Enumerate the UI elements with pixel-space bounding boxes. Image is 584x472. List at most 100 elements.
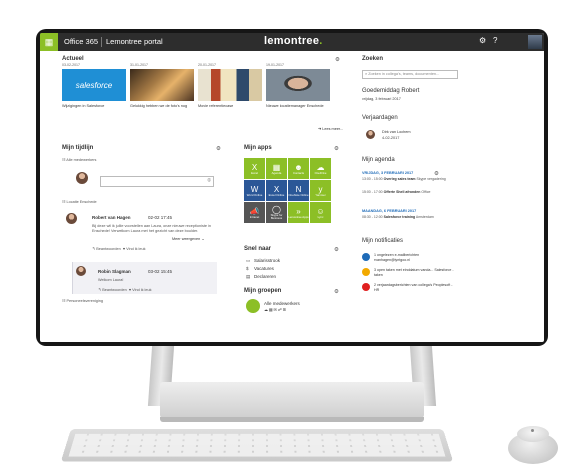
read-more-link[interactable]: ➔ Lees meer... [318, 126, 343, 131]
snel-label: Vacatures [254, 266, 274, 271]
snel-title: Snel naar [244, 246, 272, 252]
snel-item-salarisstrook[interactable]: ▭ Salarisstrook [246, 258, 280, 264]
app-tile[interactable]: W Word Online [244, 180, 265, 201]
news-item[interactable]: 20-01-2017 Movie referentiecase [198, 63, 262, 109]
reply-text: Welkom Laura! [98, 278, 124, 282]
avatar [76, 172, 88, 184]
keyboard [60, 429, 454, 462]
birthday-icon [362, 283, 370, 291]
app-label: Yammer [315, 192, 326, 197]
news-image: salesforce [62, 69, 126, 101]
more-replies-link[interactable]: Meer weergeven ⌄ [172, 236, 205, 241]
group-avatar[interactable] [246, 299, 260, 313]
birthday-name[interactable]: Dirk van Lochem [382, 130, 411, 134]
help-icon[interactable]: ? [493, 36, 497, 45]
notificaties-title: Mijn notificaties [362, 238, 404, 244]
gear-icon[interactable]: ⚙ [334, 247, 339, 253]
gear-icon[interactable]: ⚙ [334, 289, 339, 295]
news-image [266, 69, 330, 101]
snel-item-vacatures[interactable]: $ Vacatures [246, 266, 274, 271]
office365-link[interactable]: Office 365 [64, 37, 98, 46]
surface-dial [508, 426, 558, 464]
gear-icon[interactable]: ⚙ [479, 36, 486, 45]
birthday-date: 4-02-2017 [382, 136, 400, 140]
task-icon [362, 268, 370, 276]
search-icon: ⌕ [365, 72, 368, 76]
filter-label[interactable]: ☷ Alle medewerkers [62, 157, 96, 162]
portal-title[interactable]: Lemontree portal [106, 37, 163, 46]
app-tile[interactable]: ☺ Lync [310, 202, 331, 223]
camera-icon[interactable]: ⌾ [207, 178, 211, 185]
app-label: Excel [251, 170, 258, 175]
app-tile[interactable]: ☁ OneDrive [310, 158, 331, 179]
event-title: Salesforce training [383, 215, 416, 219]
app-tile[interactable]: N OneNote Online [288, 180, 309, 201]
apps-title: Mijn apps [244, 145, 272, 151]
app-launcher-icon[interactable]: ▦ [40, 33, 58, 51]
app-tile[interactable]: 📣 Intranet [244, 202, 265, 223]
reply-actions: ↰ Beantwoorden ♥ Vind ik leuk [98, 288, 152, 292]
app-tile[interactable]: X Excel Online [266, 180, 287, 201]
new-post-input[interactable]: ⌾ [100, 176, 214, 187]
event-location: Office [421, 190, 431, 194]
group-actions-icons[interactable]: ☁ ▦ ✉ ☍ ⊞ [264, 307, 286, 312]
app-label: Agenda [271, 170, 282, 175]
reply-time: 03-02 15:45 [148, 269, 173, 274]
post-text: Bij deze wil ik jullie voorstellen aan L… [92, 224, 212, 233]
notification-text: 1 ongelezen e-mailberichten rvanhagen@ly… [374, 253, 420, 262]
gear-icon[interactable]: ⚙ [216, 146, 221, 152]
app-label: Lync [317, 214, 324, 219]
mail-icon [362, 253, 370, 261]
app-label: Intranet [249, 214, 260, 219]
snel-item-declareren[interactable]: ▤ Declareren [246, 274, 276, 280]
logo-dot: . [319, 35, 323, 47]
agenda-day: VRIJDAG, 3 FEBRUARI 2017 [362, 171, 414, 175]
group-label[interactable]: ☷ Personeelsvereniging [62, 298, 103, 303]
gear-icon[interactable]: ⚙ [335, 57, 340, 63]
agenda-title: Mijn agenda [362, 157, 395, 163]
gear-icon[interactable]: ⚙ [334, 146, 339, 152]
agenda-event[interactable]: 13:00 - 15:00 Overleg sales team Skype v… [362, 177, 446, 181]
app-tile[interactable]: ▦ Agenda [266, 158, 287, 179]
news-date: 31-01-2017 [130, 63, 148, 67]
monitor: ▦ Office 365 Lemontree portal lemontree.… [36, 29, 548, 346]
reply-link[interactable]: Beantwoorden [96, 247, 121, 251]
notification-text: 2 verjaardagsberichten van collega's Peo… [374, 283, 453, 292]
post-actions: ↰ Beantwoorden ♥ Vind ik leuk [92, 247, 146, 251]
app-tile[interactable]: ☻ Contacts [288, 158, 309, 179]
location-label: ☷ Locatie Enschede [62, 200, 97, 204]
group-name[interactable]: Alle medewerkers [264, 301, 300, 306]
news-image [198, 69, 262, 101]
reply-author[interactable]: Robin Slagman [98, 269, 131, 274]
app-label: Skype for Business [270, 213, 283, 220]
user-avatar[interactable] [528, 35, 542, 49]
news-item[interactable]: 19-01-2017 Nieuwe locatiemanager Ensched… [266, 63, 330, 109]
news-caption: Gelukkig hebben we de foto's nog [130, 104, 188, 108]
agenda-event[interactable]: 15:00 - 17:00 Offerte Shell afronden Off… [362, 190, 430, 194]
app-tile[interactable]: » Lemontree Apps [288, 202, 309, 223]
notification-text: 3 open taken met einddatum vanda... Sale… [374, 268, 454, 277]
zoeken-title: Zoeken [362, 56, 384, 62]
agenda-event[interactable]: 08:30 - 12:00 Salesforce training Amster… [362, 215, 434, 219]
news-image [130, 69, 194, 101]
event-time: 15:00 - 17:00 [362, 190, 383, 194]
reply-link[interactable]: Beantwoorden [102, 288, 127, 292]
app-label: Lemontree Apps [288, 214, 309, 219]
like-link[interactable]: Vind ik leuk [132, 288, 151, 292]
app-label: Excel Online [268, 192, 285, 197]
logo-text: lemontree [264, 35, 320, 47]
post-author[interactable]: Robert van Hagen [92, 215, 131, 220]
salesforce-logo: salesforce [75, 80, 113, 90]
avatar [66, 213, 77, 224]
top-bar: ▦ Office 365 Lemontree portal lemontree.… [40, 33, 544, 51]
app-tile[interactable]: y Yammer [310, 180, 331, 201]
event-title: Overleg sales team [383, 177, 416, 181]
app-label: Contacts [292, 170, 305, 175]
app-tile[interactable]: X Excel [244, 158, 265, 179]
search-input[interactable]: ⌕ Zoeken in collega's, teams, documenten… [362, 70, 458, 79]
app-tile[interactable]: ◯ Skype for Business [266, 202, 287, 223]
news-item[interactable]: 03-02-2017 salesforce Wijzigingen in Sal… [62, 63, 126, 109]
avatar [366, 130, 375, 139]
like-link[interactable]: Vind ik leuk [126, 247, 145, 251]
news-item[interactable]: 31-01-2017 Gelukkig hebben we de foto's … [130, 63, 194, 109]
